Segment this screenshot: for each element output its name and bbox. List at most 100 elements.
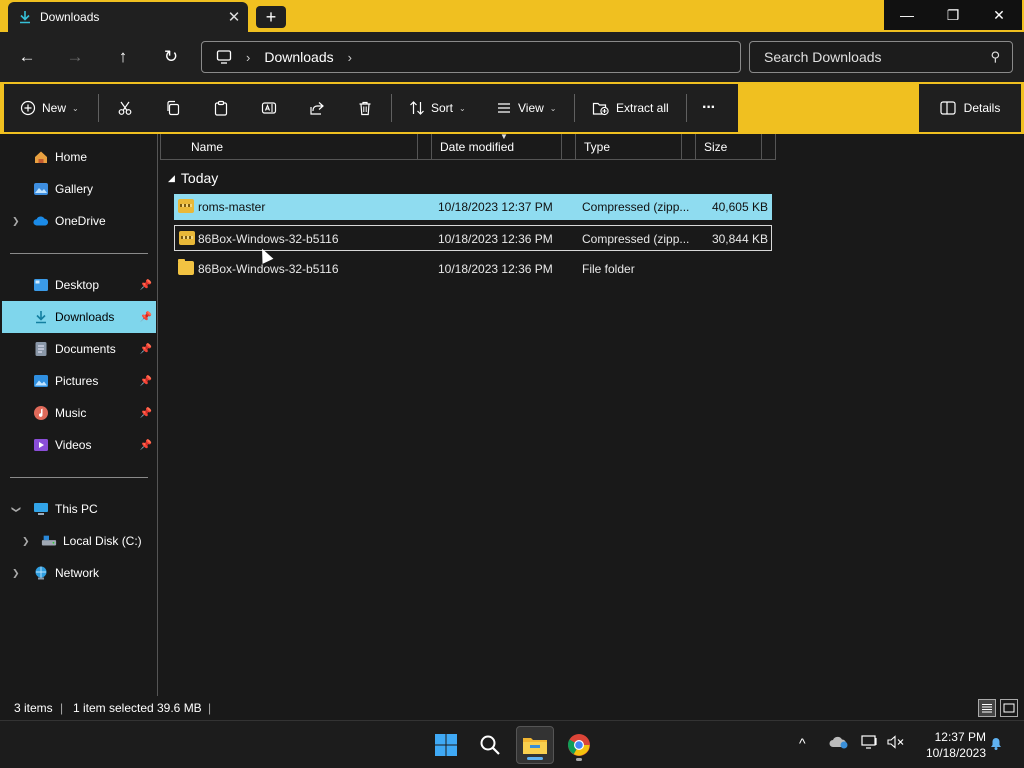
clock-time: 12:37 PM [934, 730, 986, 744]
tab-close-button[interactable]: ✕ [220, 3, 248, 31]
address-bar[interactable]: › Downloads › [201, 41, 741, 73]
sidebar-item-music[interactable]: Music 📌 [2, 397, 156, 429]
navigation-pane: Home Gallery ❯ OneDrive Desktop 📌 Downlo… [0, 134, 158, 696]
share-button[interactable] [309, 84, 325, 132]
status-separator: | [60, 701, 64, 715]
rename-button[interactable] [261, 84, 277, 132]
copy-button[interactable] [165, 84, 181, 132]
sort-button[interactable]: Sort ⌄ [409, 84, 466, 132]
zip-file-icon [178, 199, 194, 213]
taskbar-file-explorer[interactable] [516, 726, 554, 764]
extract-all-label: Extract all [616, 101, 669, 115]
sidebar-item-documents[interactable]: Documents 📌 [2, 333, 156, 365]
title-bar: Downloads ✕ + — ❐ ✕ [0, 0, 1024, 32]
drive-icon [41, 533, 57, 549]
toolbar-divider [391, 94, 392, 122]
pin-icon[interactable]: 📌 [140, 344, 152, 355]
view-button[interactable]: View ⌄ [496, 84, 557, 132]
group-header-today[interactable]: ◢ Today [168, 170, 218, 186]
sidebar-item-pictures[interactable]: Pictures 📌 [2, 365, 156, 397]
column-header-name[interactable]: Name [183, 134, 418, 160]
start-button[interactable] [427, 726, 465, 764]
sidebar-item-desktop[interactable]: Desktop 📌 [2, 269, 156, 301]
notification-bell-icon[interactable] [988, 735, 1004, 754]
column-header-date-modified[interactable]: Date modified [432, 134, 562, 160]
download-icon [20, 11, 30, 24]
sort-caret-icon: ▼ [500, 132, 508, 141]
toolbar-divider [574, 94, 575, 122]
sidebar-item-downloads[interactable]: Downloads 📌 [2, 301, 156, 333]
tiles-view-icon[interactable] [1000, 699, 1018, 717]
pin-icon[interactable]: 📌 [140, 312, 152, 323]
extract-all-button[interactable]: Extract all [592, 84, 669, 132]
window-tab[interactable]: Downloads ✕ [8, 2, 248, 32]
details-pane-button[interactable]: Details [919, 84, 1021, 132]
search-input[interactable]: Search Downloads ⚲ [749, 41, 1013, 73]
delete-button[interactable] [357, 84, 373, 132]
new-button[interactable]: New ⌄ [20, 84, 79, 132]
forward-button[interactable]: → [61, 44, 89, 70]
expand-chevron-icon[interactable]: ❯ [12, 216, 20, 227]
taskbar-chrome[interactable] [560, 726, 598, 764]
sidebar-item-videos[interactable]: Videos 📌 [2, 429, 156, 461]
up-button[interactable]: ↑ [109, 44, 137, 70]
scissors-icon [118, 101, 132, 115]
paste-button[interactable] [213, 84, 229, 132]
file-date: 10/18/2023 12:36 PM [438, 232, 553, 246]
sidebar-item-gallery[interactable]: Gallery [2, 173, 156, 205]
column-resize-handle[interactable] [682, 134, 696, 160]
expand-chevron-icon[interactable]: ❯ [12, 568, 20, 579]
details-label: Details [963, 101, 1001, 115]
search-button[interactable] [471, 726, 509, 764]
new-tab-button[interactable]: + [256, 6, 286, 28]
sidebar-item-home[interactable]: Home [2, 141, 156, 173]
system-clock[interactable]: 12:37 PM 10/18/2023 [914, 729, 986, 761]
command-bar-inner: New ⌄ Sort ⌄ View ⌄ Extract all ··· [4, 84, 738, 132]
sidebar-item-local-disk[interactable]: ❯ Local Disk (C:) [2, 525, 156, 557]
network-icon [33, 565, 49, 581]
collapse-chevron-icon[interactable]: ❯ [10, 505, 21, 513]
running-indicator [576, 758, 582, 761]
details-view-icon[interactable] [978, 699, 996, 717]
breadcrumb-separator[interactable]: › [246, 50, 250, 65]
network-tray-icon[interactable] [861, 735, 879, 752]
onedrive-tray-icon[interactable] [829, 735, 849, 752]
sort-icon [410, 101, 424, 115]
refresh-button[interactable]: ↻ [157, 44, 185, 70]
sidebar-divider [10, 477, 148, 478]
file-name: roms-master [198, 200, 266, 214]
document-icon [33, 341, 49, 357]
breadcrumb-separator[interactable]: › [348, 50, 352, 65]
back-button[interactable]: ← [13, 44, 41, 70]
sidebar-item-this-pc[interactable]: ❯ This PC [2, 493, 156, 525]
volume-muted-icon[interactable] [887, 735, 905, 752]
file-size: 30,844 KB [711, 232, 768, 246]
pin-icon[interactable]: 📌 [140, 440, 152, 451]
collapse-triangle-icon[interactable]: ◢ [168, 173, 175, 184]
breadcrumb-downloads[interactable]: Downloads [264, 49, 333, 65]
trash-icon [359, 101, 371, 116]
column-resize-handle[interactable] [562, 134, 576, 160]
clipboard-icon [214, 100, 228, 116]
minimize-button[interactable]: — [884, 0, 930, 30]
tray-overflow-chevron[interactable]: ^ [799, 735, 806, 751]
close-window-button[interactable]: ✕ [976, 0, 1022, 30]
more-options-button[interactable]: ··· [702, 84, 716, 132]
search-icon: ⚲ [990, 49, 1000, 64]
column-header-size[interactable]: Size [696, 134, 762, 160]
toolbar-divider [686, 94, 687, 122]
file-row[interactable]: roms-master 10/18/2023 12:37 PM Compress… [174, 194, 772, 220]
pin-icon[interactable]: 📌 [140, 408, 152, 419]
sidebar-item-network[interactable]: ❯ Network [2, 557, 156, 589]
column-resize-handle[interactable] [418, 134, 432, 160]
address-row: ← → ↑ ↻ › Downloads › Search Downloads ⚲ [0, 32, 1024, 82]
expand-chevron-icon[interactable]: ❯ [22, 536, 30, 547]
status-bar: 3 items | 1 item selected 39.6 MB | [0, 696, 1024, 720]
pin-icon[interactable]: 📌 [140, 280, 152, 291]
column-header-type[interactable]: Type [576, 134, 682, 160]
pin-icon[interactable]: 📌 [140, 376, 152, 387]
restore-button[interactable]: ❐ [930, 0, 976, 30]
sidebar-item-onedrive[interactable]: ❯ OneDrive [2, 205, 156, 237]
cut-button[interactable] [117, 84, 133, 132]
windows-logo-icon [435, 734, 457, 756]
